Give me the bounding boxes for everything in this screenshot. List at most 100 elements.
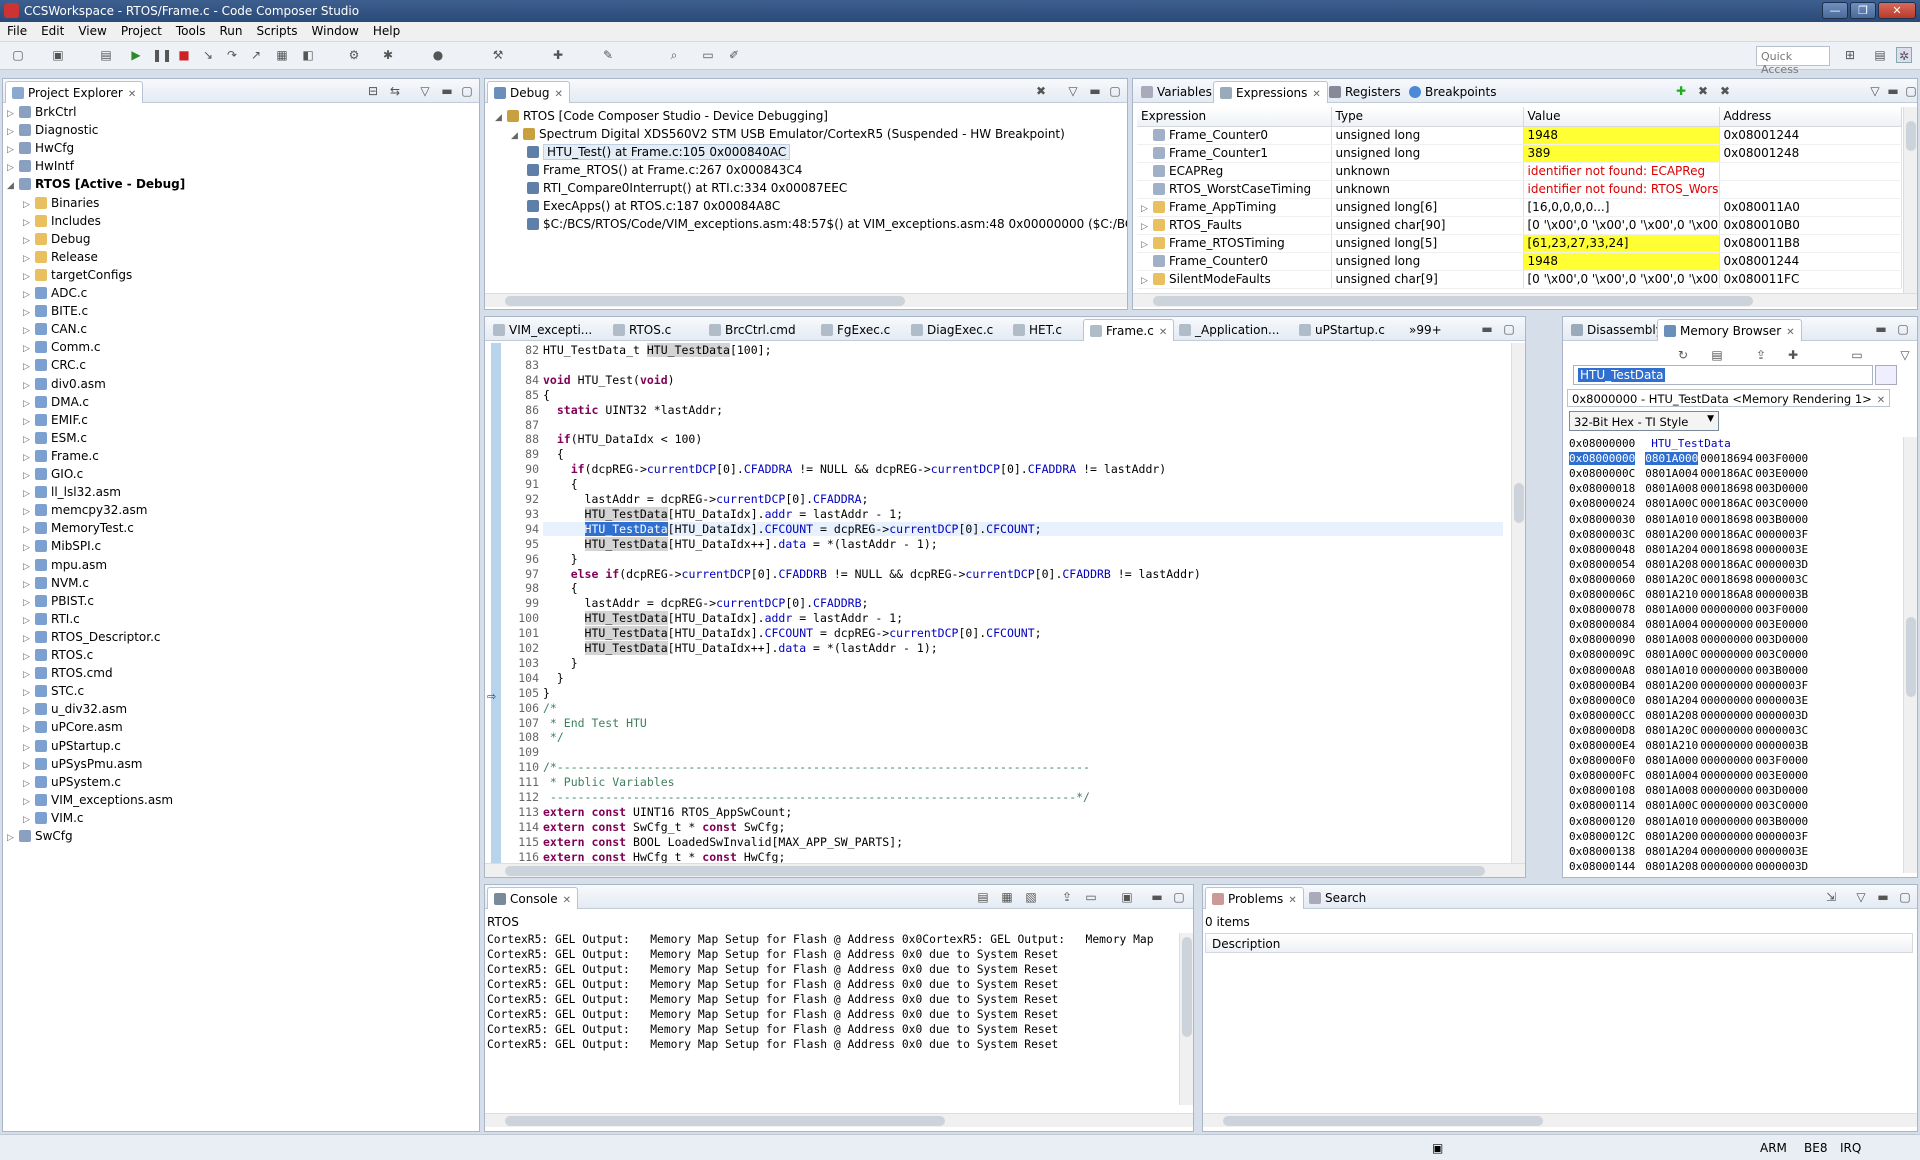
- tree-item[interactable]: ▷ EMIF.c: [23, 413, 88, 431]
- terminate-icon[interactable]: ■: [176, 47, 192, 63]
- code-line[interactable]: HTU_TestData[HTU_DataIdx].CFCOUNT = dcpR…: [543, 626, 1042, 641]
- stack-frame[interactable]: Frame_RTOS() at Frame.c:267 0x000843C4: [527, 163, 802, 181]
- tree-item[interactable]: ▷ mpu.asm: [23, 558, 107, 576]
- expanded-icon[interactable]: ◢: [511, 131, 523, 141]
- memory-word[interactable]: 0801A200: [1645, 528, 1698, 541]
- memory-word[interactable]: 00000000: [1700, 815, 1753, 828]
- maximize-view-icon[interactable]: ▢: [1171, 889, 1187, 905]
- tree-item[interactable]: ▷ div0.asm: [23, 377, 106, 395]
- collapsed-icon[interactable]: ▷: [23, 290, 35, 300]
- memory-row[interactable]: 0x080000F0 0801A000 00000000 003F0000: [1569, 754, 1808, 767]
- editor-tab[interactable]: Frame.c ✕: [1083, 319, 1175, 341]
- console-vscrollbar[interactable]: [1179, 933, 1193, 1105]
- memory-word[interactable]: 003F0000: [1755, 452, 1808, 465]
- tree-item[interactable]: ▷ BITE.c: [23, 304, 88, 322]
- go-memory-button[interactable]: [1875, 365, 1897, 385]
- code-line[interactable]: /*--------------------------------------…: [543, 760, 1090, 774]
- memory-word[interactable]: 0801A208: [1645, 709, 1698, 722]
- memory-word[interactable]: 000186AC: [1700, 558, 1753, 571]
- expanded-icon[interactable]: ◢: [7, 181, 19, 191]
- editor-tab[interactable]: VIM_excepti...: [487, 319, 598, 341]
- memory-word[interactable]: 003C0000: [1755, 799, 1808, 812]
- run-tool-icon[interactable]: ●: [430, 47, 446, 63]
- menu-help[interactable]: Help: [366, 22, 407, 40]
- tree-item[interactable]: ▷ uPSysPmu.asm: [23, 757, 142, 775]
- col-type[interactable]: Type: [1331, 107, 1524, 127]
- memory-word[interactable]: 0000003D: [1755, 558, 1808, 571]
- collapsed-icon[interactable]: ▷: [23, 724, 35, 734]
- memory-word[interactable]: 003E0000: [1755, 769, 1808, 782]
- memory-word[interactable]: 003C0000: [1755, 497, 1808, 510]
- open-perspective-icon[interactable]: ⊞: [1842, 47, 1858, 63]
- memory-row[interactable]: 0x080000E4 0801A210 00000000 0000003B: [1569, 739, 1808, 752]
- collapsed-icon[interactable]: ▷: [23, 562, 35, 572]
- perspective-edit-icon[interactable]: ▤: [1872, 47, 1888, 63]
- step-over-icon[interactable]: ↷: [224, 47, 240, 63]
- code-line[interactable]: if(dcpREG->currentDCP[0].CFADDRA != NULL…: [543, 462, 1167, 476]
- memory-word[interactable]: 0801A008: [1645, 633, 1698, 646]
- debug-hscrollbar[interactable]: [485, 293, 1127, 307]
- view-menu-icon[interactable]: ▽: [1897, 347, 1913, 363]
- external-tools-icon[interactable]: ✚: [550, 47, 566, 63]
- maximize-view-icon[interactable]: ▢: [1895, 321, 1911, 337]
- view-menu-icon[interactable]: ▽: [1065, 83, 1081, 99]
- memory-row[interactable]: 0x08000048 0801A204 00018698 0000003E: [1569, 543, 1808, 556]
- open-console-icon[interactable]: ▭: [1083, 889, 1099, 905]
- code-line[interactable]: }: [543, 656, 578, 670]
- minimize-view-icon[interactable]: ▬: [1885, 83, 1901, 99]
- memory-row[interactable]: 0x080000FC 0801A004 00000000 003E0000: [1569, 769, 1808, 782]
- clear-console-icon[interactable]: ▤: [975, 889, 991, 905]
- code-line[interactable]: HTU_TestData[HTU_DataIdx].addr = lastAdd…: [543, 611, 903, 626]
- scroll-lock-icon[interactable]: ▦: [999, 889, 1015, 905]
- memory-row[interactable]: 0x08000024 0801A00C 000186AC 003C0000: [1569, 497, 1808, 510]
- tab-variables[interactable]: Variables: [1135, 81, 1218, 103]
- memory-word[interactable]: 00018694: [1700, 452, 1753, 465]
- memory-word[interactable]: 000186A8: [1700, 588, 1753, 601]
- expression-row[interactable]: ECAPReg unknown identifier not found: ECAP…: [1137, 162, 1902, 181]
- profile-icon[interactable]: ✱: [380, 47, 396, 63]
- editor-vscrollbar[interactable]: [1511, 343, 1525, 863]
- collapse-all-icon[interactable]: ⊟: [365, 83, 381, 99]
- collapsed-icon[interactable]: ▷: [23, 507, 35, 517]
- code-line[interactable]: {: [543, 447, 564, 461]
- tree-item[interactable]: ▷ RTOS_Descriptor.c: [23, 630, 161, 648]
- build-icon[interactable]: ⚒: [490, 47, 506, 63]
- memory-word[interactable]: 0000003F: [1755, 528, 1808, 541]
- memory-row[interactable]: 0x08000030 0801A010 00018698 003B0000: [1569, 513, 1808, 526]
- close-icon[interactable]: ✕: [1159, 327, 1167, 338]
- tab-disassembly[interactable]: Disassembly: [1565, 319, 1669, 341]
- tree-item[interactable]: ▷ CAN.c: [23, 322, 87, 340]
- code-line[interactable]: HTU_TestData[HTU_DataIdx].CFCOUNT = dcpR…: [543, 521, 1503, 536]
- memory-word[interactable]: 0000003F: [1755, 679, 1808, 692]
- collapsed-icon[interactable]: ▷: [23, 761, 35, 771]
- tree-item[interactable]: ▷ GIO.c: [23, 467, 83, 485]
- collapsed-icon[interactable]: ▷: [1141, 204, 1153, 214]
- memory-word[interactable]: 0801A010: [1645, 815, 1698, 828]
- memory-row[interactable]: 0x08000000 0801A000 00018694 003F0000: [1569, 452, 1808, 466]
- memory-word[interactable]: 00000000: [1700, 618, 1753, 631]
- col-value[interactable]: Value: [1523, 107, 1720, 127]
- view-menu-icon[interactable]: ▽: [1867, 83, 1883, 99]
- collapsed-icon[interactable]: ▷: [23, 326, 35, 336]
- expression-row[interactable]: Frame_Counter0 unsigned long 1948 0x0800124…: [1137, 126, 1902, 145]
- memory-address-input[interactable]: HTU_TestData: [1573, 365, 1873, 385]
- memory-word[interactable]: 00000000: [1700, 769, 1753, 782]
- wrench-icon[interactable]: ✎: [600, 47, 616, 63]
- link-editor-icon[interactable]: ⇆: [387, 83, 403, 99]
- memory-word[interactable]: 003B0000: [1755, 513, 1808, 526]
- tree-item[interactable]: ▷ CRC.c: [23, 358, 86, 376]
- memory-rendering-tab[interactable]: 0x8000000 - HTU_TestData <Memory Renderi…: [1567, 389, 1891, 407]
- minimize-view-icon[interactable]: ▬: [1479, 321, 1495, 337]
- maximize-button[interactable]: ❐: [1850, 2, 1876, 19]
- memory-word[interactable]: 0801A004: [1645, 618, 1698, 631]
- tree-item[interactable]: ▷ RTOS.c: [23, 648, 93, 666]
- code-line[interactable]: extern const SwCfg_t * const SwCfg;: [543, 820, 785, 834]
- filter-icon[interactable]: ⇲: [1823, 889, 1839, 905]
- tree-item[interactable]: ▷ VIM.c: [23, 811, 84, 829]
- maximize-view-icon[interactable]: ▢: [1897, 889, 1913, 905]
- stack-frame[interactable]: RTI_Compare0Interrupt() at RTI.c:334 0x0…: [527, 181, 847, 199]
- tab-memory-browser[interactable]: Memory Browser ✕: [1657, 319, 1802, 341]
- tree-item[interactable]: ▷ PBIST.c: [23, 594, 94, 612]
- memory-word[interactable]: 0000003E: [1755, 845, 1808, 858]
- editor-tab[interactable]: »99+: [1403, 319, 1448, 341]
